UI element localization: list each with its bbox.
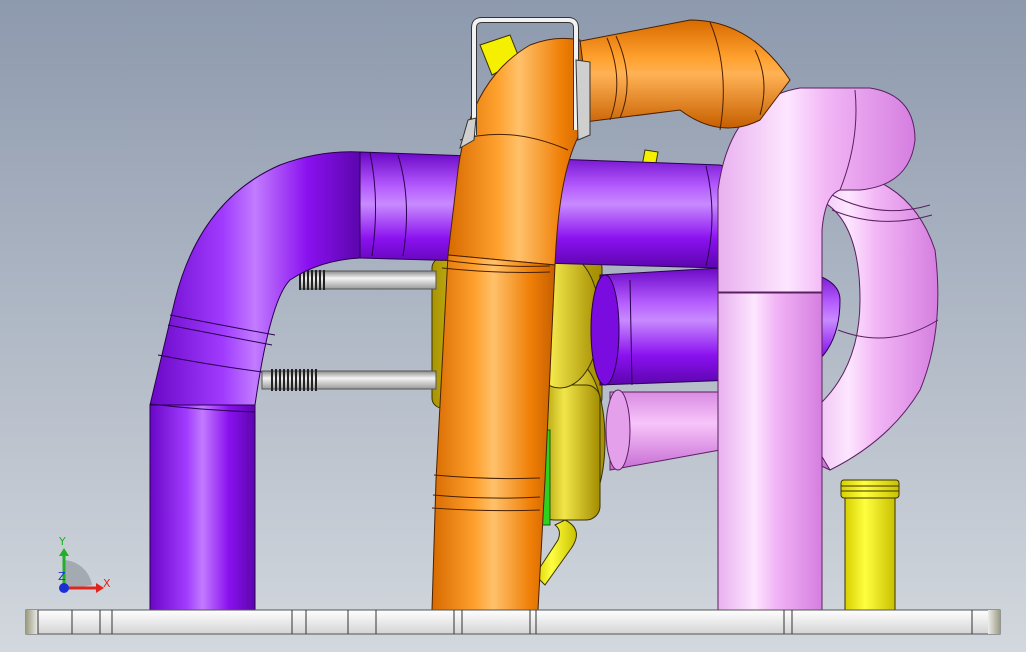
z-axis-label: Z <box>58 570 66 583</box>
cad-viewport[interactable]: X Y Z <box>0 0 1026 652</box>
yellow-standpipe[interactable] <box>840 479 900 611</box>
y-axis-label: Y <box>58 535 66 548</box>
z-axis-dot <box>59 583 69 593</box>
base-plate[interactable] <box>25 609 1001 635</box>
x-axis-label: X <box>103 577 111 590</box>
3d-model-view[interactable]: X Y Z <box>0 0 1026 652</box>
